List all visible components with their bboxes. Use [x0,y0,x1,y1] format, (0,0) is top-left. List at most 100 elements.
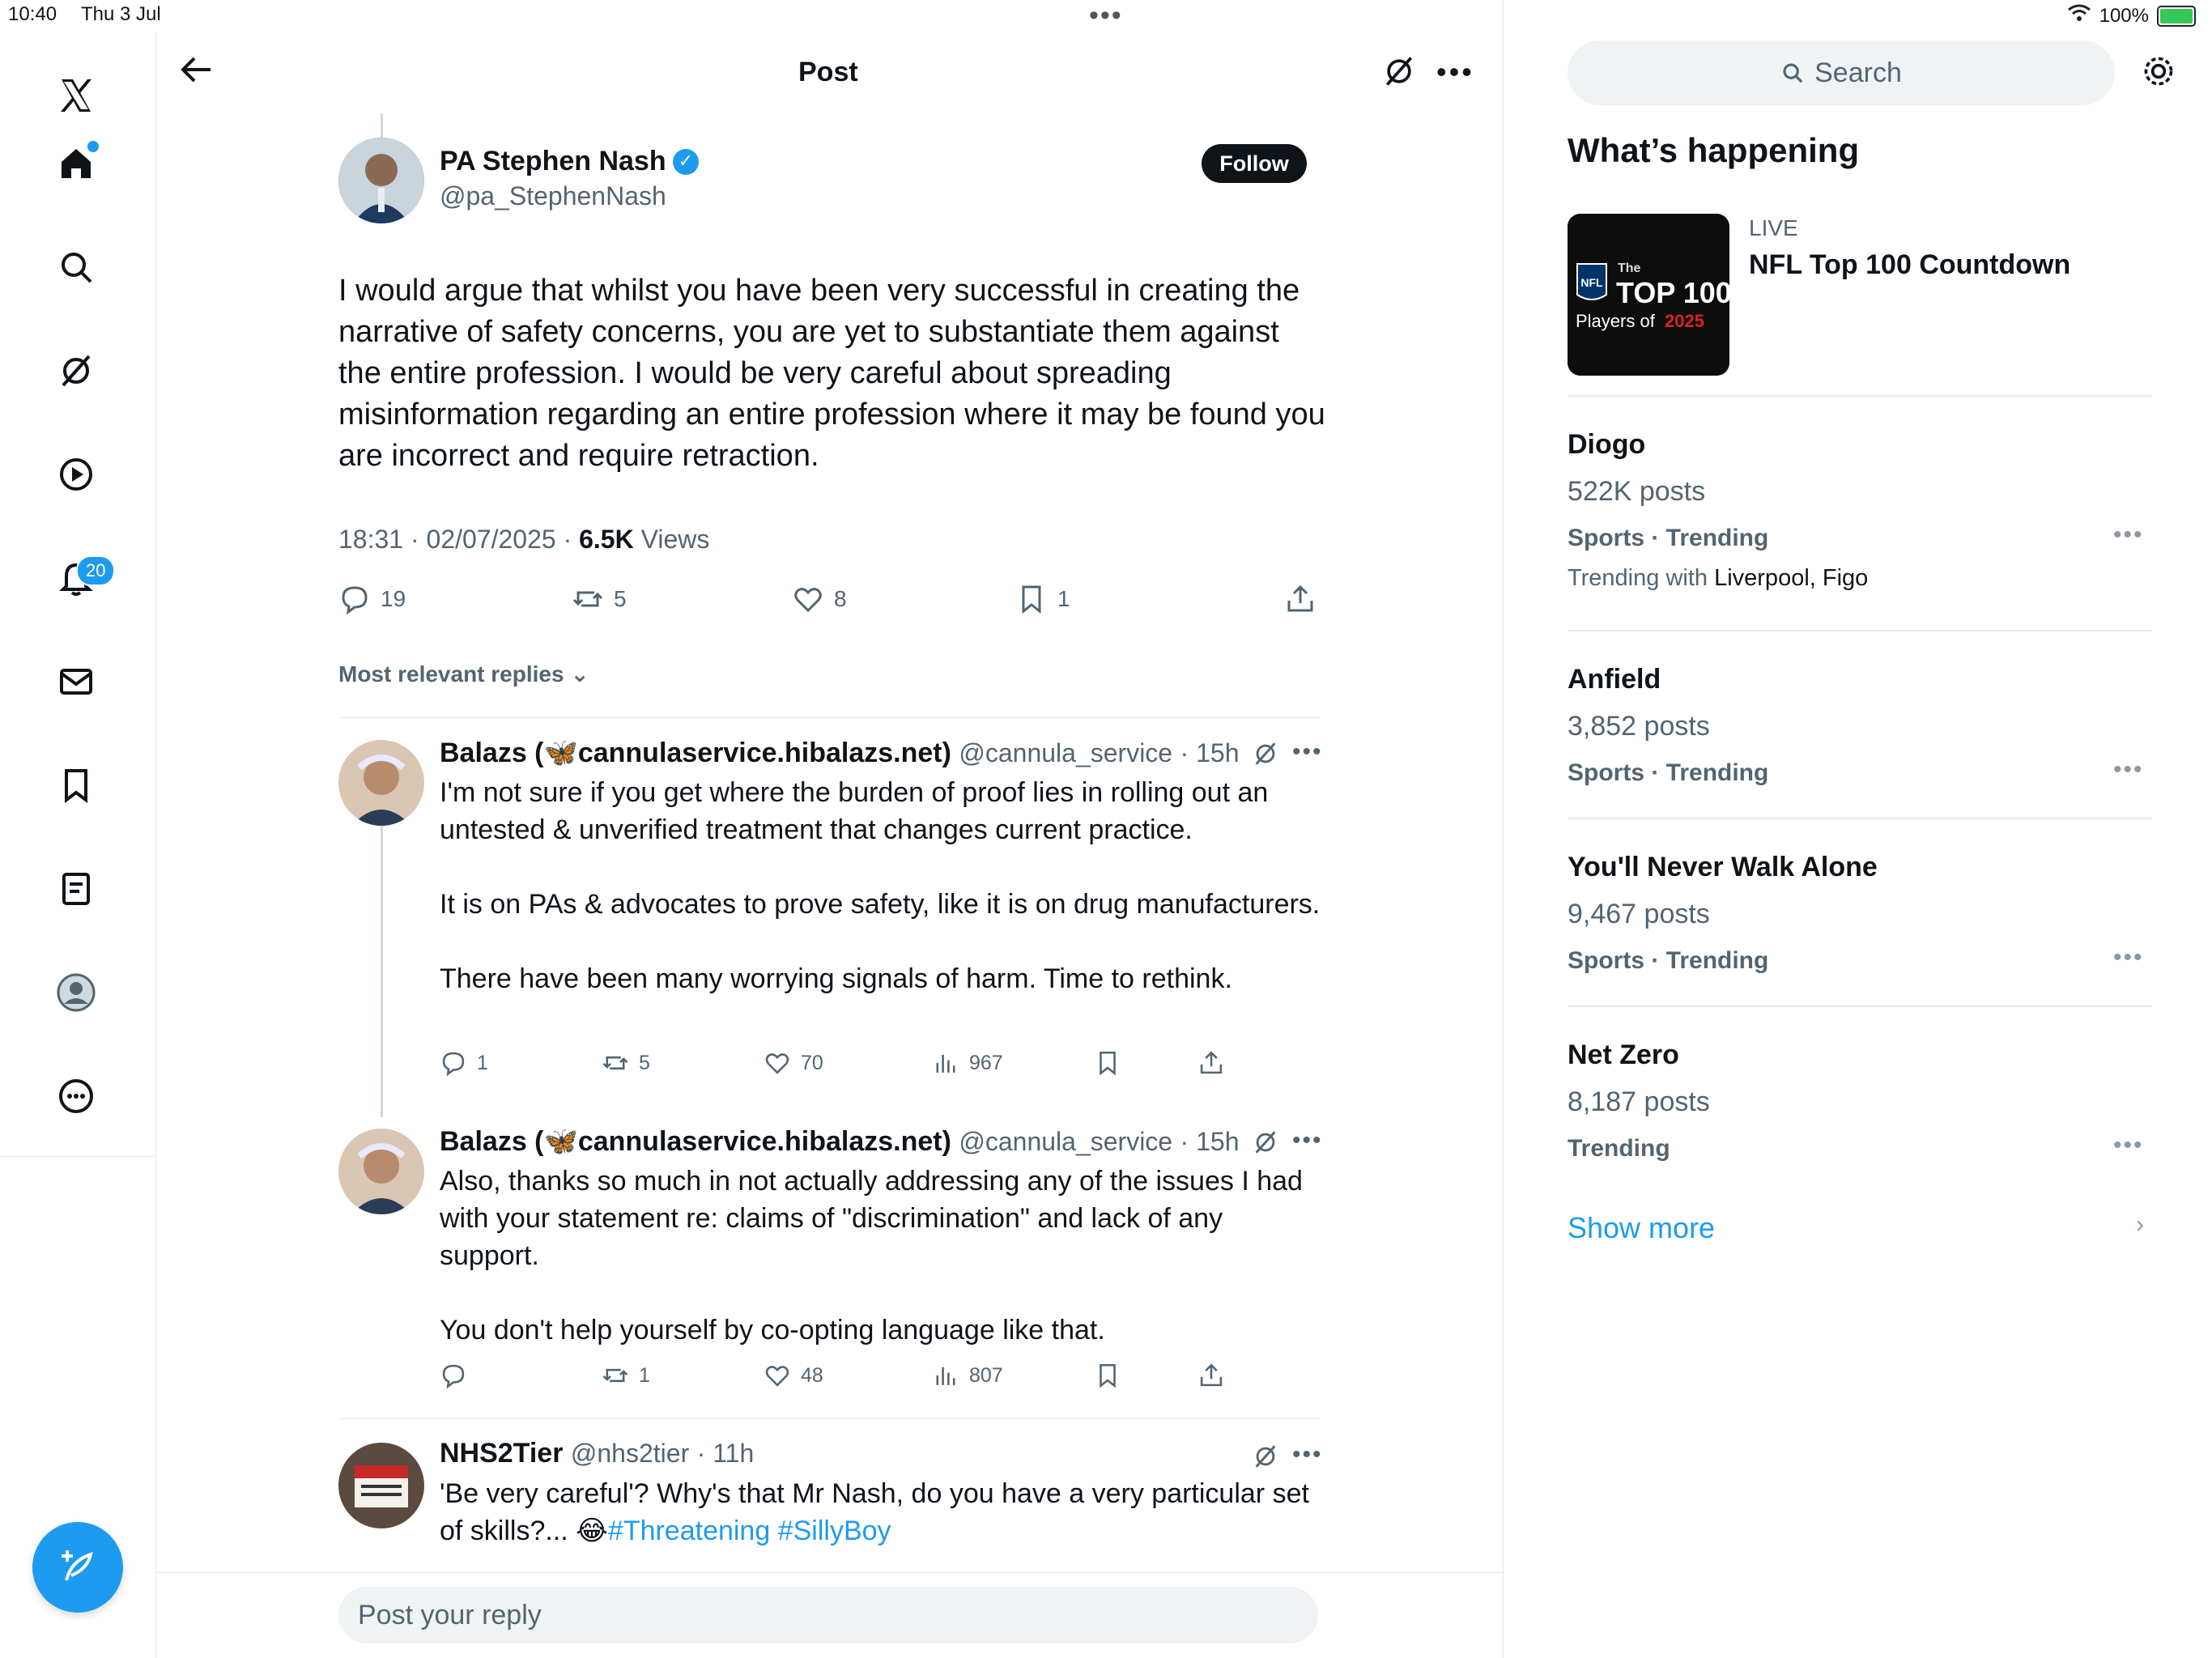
reply-author-handle[interactable]: @nhs2tier [571,1439,689,1468]
reply-author-name[interactable]: Balazs (🦋cannulaservice.hibalazs.net) [440,1126,951,1157]
hashtag-link[interactable]: #Threatening [608,1516,770,1546]
divider [1568,1005,2152,1007]
divider [1568,395,2152,397]
reply-input[interactable]: Post your reply [338,1587,1318,1643]
thread-connector [381,113,383,138]
reply-author[interactable]: Balazs (🦋cannulaservice.hibalazs.net) @c… [440,1125,1239,1158]
grok-explain-icon[interactable] [1252,1443,1279,1474]
reply-avatar[interactable] [338,1129,424,1214]
back-arrow-icon[interactable] [177,50,215,93]
search-placeholder[interactable]: Search [1814,57,1902,89]
like-count: 70 [801,1051,823,1074]
post-timestamp[interactable]: 18:31 · 02/07/2025 · [338,525,579,554]
show-more-link[interactable]: Show more [1568,1211,1715,1245]
live-event-title[interactable]: NFL Top 100 Countdown [1749,249,2070,281]
trend-category: Sports · Trending [1568,759,1769,786]
trend-related-terms[interactable]: Liverpool, Figo [1714,565,1868,591]
messages-icon[interactable] [50,656,102,708]
reply-author-handle[interactable]: @cannula_service [959,738,1172,767]
bookmark-icon [1100,1363,1116,1388]
share-button[interactable] [1197,1049,1225,1077]
video-icon[interactable] [50,449,102,500]
trend-title[interactable]: Anfield [1568,664,1661,695]
views-button[interactable]: 967 [932,1049,1003,1077]
reply-author-name[interactable]: NHS2Tier [440,1438,563,1469]
multitask-dots-icon[interactable]: ••• [1089,0,1123,32]
bookmark-button[interactable] [1094,1362,1121,1389]
chevron-down-icon[interactable]: ⌄ [570,661,589,687]
reply-time[interactable]: · 15h [1180,1127,1240,1156]
reply-button[interactable]: 1 [440,1049,488,1077]
search-icon[interactable] [50,241,102,293]
reply-more-icon[interactable]: ••• [1292,1441,1323,1469]
reply-sort-label[interactable]: Most relevant replies [338,661,564,687]
settings-gear-icon[interactable] [2141,53,2176,93]
like-button[interactable]: 70 [764,1049,823,1077]
grok-icon[interactable] [50,345,102,397]
reply-button[interactable]: 19 [338,583,406,615]
repost-button[interactable]: 5 [572,583,627,615]
reply-button[interactable] [440,1362,477,1389]
post-text: I would argue that whilst you have been … [338,274,1325,473]
trend-title[interactable]: You'll Never Walk Alone [1568,852,1878,883]
grok-explain-icon[interactable] [1252,1129,1279,1160]
search-input[interactable]: Search [1568,40,2115,105]
reply-avatar[interactable] [338,740,424,826]
trend-more-icon[interactable]: ••• [2113,521,2144,549]
grok-explain-icon[interactable] [1381,53,1417,93]
analytics-icon [936,1054,955,1073]
repost-button[interactable]: 5 [602,1049,650,1077]
heart-icon [765,1053,789,1074]
author-name[interactable]: PA Stephen Nash [440,146,699,177]
live-label: LIVE [1749,215,1798,240]
trend-more-icon[interactable]: ••• [2113,1132,2144,1159]
bookmark-button[interactable]: 1 [1015,583,1070,615]
reply-author-handle[interactable]: @cannula_service [959,1127,1172,1156]
trend-title[interactable]: Diogo [1568,429,1645,461]
post-meta: 18:31 · 02/07/2025 · 6.5K Views [338,525,709,555]
share-button[interactable] [1197,1362,1225,1389]
divider [1568,818,2152,819]
bookmark-button[interactable] [1094,1049,1121,1077]
author-name-text[interactable]: PA Stephen Nash [440,146,666,177]
follow-button[interactable]: Follow [1202,144,1307,183]
reply-text: 'Be very careful'? Why's that Mr Nash, d… [440,1475,1322,1550]
author-avatar[interactable] [338,138,424,223]
compose-post-button[interactable] [32,1522,123,1613]
thumbnail-year: 2025 [1665,311,1704,331]
more-options-icon[interactable] [50,1070,102,1122]
author-handle[interactable]: @pa_StephenNash [440,181,666,211]
trend-more-icon[interactable]: ••• [2113,756,2144,784]
trend-title[interactable]: Net Zero [1568,1039,1679,1071]
reply-time[interactable]: · 11h [697,1439,755,1468]
profile-avatar-icon[interactable] [50,967,102,1018]
reply-author[interactable]: Balazs (🦋cannulaservice.hibalazs.net) @c… [440,737,1239,769]
reply-sort-dropdown[interactable]: Most relevant replies ⌄ [338,661,589,687]
reply-more-icon[interactable]: ••• [1292,1127,1323,1154]
status-right: 100% [2067,3,2196,28]
like-button[interactable]: 48 [764,1362,823,1389]
x-logo-icon[interactable] [50,70,102,121]
grok-explain-icon[interactable] [1252,740,1279,772]
wifi-icon [2067,3,2091,28]
chevron-right-icon[interactable]: › [2136,1211,2144,1239]
more-options-icon[interactable]: ••• [1436,55,1474,89]
bookmarks-icon[interactable] [50,759,102,811]
reply-author[interactable]: NHS2Tier @nhs2tier · 11h [440,1438,754,1469]
live-event-thumbnail[interactable]: NFL The TOP 100 Players of 2025 [1568,214,1729,376]
views-button[interactable]: 807 [932,1362,1003,1389]
lists-icon[interactable] [50,863,102,915]
trend-category: Sports · Trending [1568,525,1769,551]
share-button[interactable] [1284,583,1317,615]
reply-time[interactable]: · 15h [1180,738,1240,767]
trend-post-count: 9,467 posts [1568,899,1710,929]
reply-avatar[interactable] [338,1443,424,1528]
hashtag-link[interactable]: #SillyBoy [778,1516,891,1546]
reply-more-icon[interactable]: ••• [1292,738,1323,766]
like-button[interactable]: 8 [792,583,847,615]
trend-more-icon[interactable]: ••• [2113,944,2144,971]
divider [338,1418,1320,1419]
reply-author-name[interactable]: Balazs (🦋cannulaservice.hibalazs.net) [440,738,951,768]
repost-button[interactable]: 1 [602,1362,650,1389]
status-bar: 10:40 Thu 3 Jul ••• 100% [0,0,2212,32]
